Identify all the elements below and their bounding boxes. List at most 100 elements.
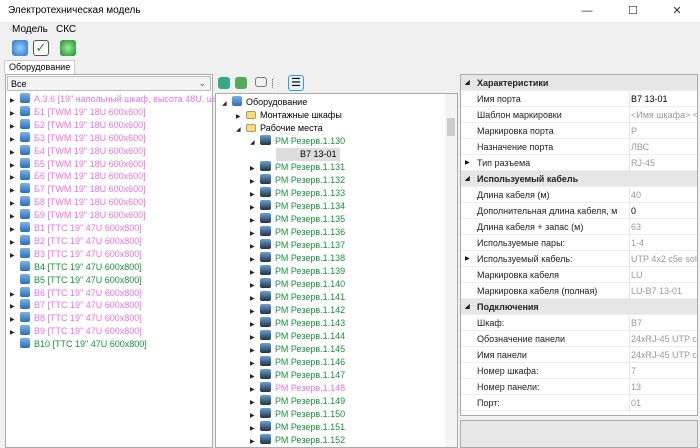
cabinet-item[interactable]: ▶ Б8 [TWM 19" 18U 600x600] <box>10 196 146 209</box>
cabinet-item[interactable]: В10 [TTC 19" 47U 600x800] <box>10 338 147 351</box>
tree-port-selected[interactable]: В7 13-01 <box>276 148 340 161</box>
expand-arrow-icon[interactable]: ◢ <box>222 98 232 111</box>
cabinet-item[interactable]: ▶ В1 [TTC 19" 47U 600x800] <box>10 222 142 235</box>
cabinet-item[interactable]: ▶ Б3 [TWM 19" 18U 600x600] <box>10 131 146 145</box>
collapse-arrow-icon[interactable]: ◢ <box>465 75 470 91</box>
collapse-icon[interactable] <box>255 77 267 87</box>
tree-workplace-item[interactable]: ▶ РМ Резерв.1.136 <box>250 226 345 239</box>
tree-view-icon[interactable] <box>235 77 247 89</box>
expand-all-icon[interactable] <box>218 77 230 89</box>
cabinet-item[interactable]: ▶ В7 [TTC 19" 47U 600x800] <box>10 299 142 312</box>
tree-workplace-item[interactable]: ▶ РМ Резерв.1.147 <box>250 369 345 382</box>
cabinet-item[interactable]: ▶ Б6 [TWM 19" 18U 600x600] <box>10 170 146 183</box>
tree-racks[interactable]: ▶ Монтажные шкафы <box>236 109 342 122</box>
close-button[interactable]: ✕ <box>654 0 700 22</box>
minimize-button[interactable]: — <box>564 0 610 22</box>
tree-workplace-item[interactable]: ▶ РМ Резерв.1.131 <box>250 161 345 174</box>
cabinet-item[interactable]: ▶ В6 [TTC 19" 47U 600x800] <box>10 286 142 300</box>
property-row[interactable]: Шаблон маркировки <Имя шкафа> < <box>461 107 697 123</box>
collapse-arrow-icon[interactable]: ◢ <box>465 299 470 315</box>
tree-root[interactable]: ◢ Оборудование <box>222 96 307 109</box>
property-row[interactable]: Номер панели: 13 <box>461 379 697 395</box>
check-icon[interactable]: ✓ <box>33 40 49 56</box>
property-value[interactable]: В7 13-01 <box>631 91 697 107</box>
collapse-arrow-icon[interactable]: ◢ <box>465 171 470 187</box>
property-row[interactable]: Маркировка кабеля LU <box>461 267 697 283</box>
scrollbar[interactable] <box>445 94 457 447</box>
tree-workplace-item[interactable]: ▶ РМ Резерв.1.149 <box>250 395 345 408</box>
expand-arrow-icon[interactable]: ◢ <box>250 137 260 150</box>
tree-workplaces[interactable]: ◢ Рабочие места <box>236 122 323 135</box>
cabinet-item[interactable]: ▶ Б2 [TWM 19" 18U 600x600] <box>10 118 146 132</box>
expand-arrow-icon[interactable]: ◢ <box>236 124 246 137</box>
cabinet-item[interactable]: ▶ Б4 [TWM 19" 18U 600x600] <box>10 144 146 158</box>
tree-workplace-item[interactable]: ▶ РМ Резерв.1.140 <box>250 278 345 291</box>
property-category[interactable]: ◢ Характеристики <box>461 75 697 91</box>
tree-workplace-item[interactable]: ▶ РМ Резерв.1.150 <box>250 408 345 421</box>
refresh-icon[interactable] <box>12 40 28 56</box>
cabinet-item[interactable]: ▶ В3 [TTC 19" 47U 600x800] <box>10 247 142 261</box>
cabinet-item[interactable]: ▶ Б9 [TWM 19" 18U 600x600] <box>10 209 146 222</box>
property-row[interactable]: Имя панели 24xRJ-45 UTP c5 <box>461 347 697 363</box>
property-row[interactable]: Используемые пары: 1-4 <box>461 235 697 251</box>
tree-workplace-item[interactable]: ▶ РМ Резерв.1.143 <box>250 317 345 330</box>
tree-workplace-item[interactable]: ▶ РМ Резерв.1.132 <box>250 174 345 187</box>
tree-workplace-item[interactable]: ▶ РМ Резерв.1.145 <box>250 343 345 356</box>
property-row[interactable]: Обозначение панели 24xRJ-45 UTP c5 <box>461 331 697 347</box>
property-row[interactable]: Маркировка кабеля (полная) LU-В7 13-01 <box>461 283 697 299</box>
property-row[interactable]: Маркировка порта P <box>461 123 697 139</box>
property-name: Маркировка порта <box>477 126 554 136</box>
cabinet-item[interactable]: ▶ Б5 [TWM 19" 18U 600x600] <box>10 157 146 171</box>
tree-workplace-item[interactable]: ▶ РМ Резерв.1.148 <box>250 382 345 395</box>
tree-workplace-item[interactable]: ▶ РМ Резерв.1.141 <box>250 291 345 304</box>
tree-workplace-item[interactable]: ▶ РМ Резерв.1.137 <box>250 239 345 252</box>
menu-model[interactable]: Модель <box>12 24 48 35</box>
cabinet-item[interactable]: В4 [TTC 19" 47U 600x800] <box>10 260 142 274</box>
property-row[interactable]: Длина кабеля + запас (м) 63 <box>461 219 697 235</box>
sync-icon[interactable] <box>60 40 76 56</box>
tree-workplace-item[interactable]: ▶ РМ Резерв.1.138 <box>250 252 345 265</box>
property-category[interactable]: ◢ Подключения <box>461 299 697 315</box>
hierarchy-icon[interactable] <box>272 77 284 89</box>
cabinet-icon <box>20 234 30 245</box>
property-name: Тип разъема <box>477 158 531 168</box>
tree-workplace-item[interactable]: ▶ РМ Резерв.1.139 <box>250 265 345 278</box>
menu-scs[interactable]: СКС <box>56 24 76 35</box>
property-row[interactable]: ▶ Тип разъема RJ-45 <box>461 155 697 171</box>
cabinet-item[interactable]: ▶ В9 [TTC 19" 47U 600x800] <box>10 325 142 338</box>
property-row[interactable]: Длина кабеля (м) 40 <box>461 187 697 203</box>
property-row[interactable]: Номер шкафа: 7 <box>461 363 697 379</box>
cabinet-item[interactable]: ▶ В8 [TTC 19" 47U 600x800] <box>10 312 142 325</box>
cabinet-item[interactable]: В5 [TTC 19" 47U 600x800] <box>10 273 142 287</box>
cabinet-item[interactable]: ▶ В2 [TTC 19" 47U 600x800] <box>10 234 142 248</box>
property-category[interactable]: ◢ Используемый кабель <box>461 171 697 187</box>
tab-equipment[interactable]: Оборудование <box>4 60 76 74</box>
window-title: Электротехническая модель <box>8 5 141 16</box>
tree-workplace-item[interactable]: ▶ РМ Резерв.1.142 <box>250 304 345 317</box>
list-view-icon[interactable]: ☰ <box>288 75 304 91</box>
property-row[interactable]: Имя порта В7 13-01 <box>461 91 697 107</box>
tree-workplace-item[interactable]: ▶ РМ Резерв.1.135 <box>250 213 345 226</box>
property-value[interactable]: 0 <box>631 203 697 219</box>
property-row[interactable]: Порт: 01 <box>461 395 697 411</box>
cabinet-item[interactable]: ▶ Б1 [TWM 19" 18U 600x600] <box>10 105 146 119</box>
tree-workplace-item[interactable]: ▶ РМ Резерв.1.151 <box>250 421 345 434</box>
tree-workplace-item[interactable]: ▶ РМ Резерв.1.152 <box>250 434 345 447</box>
property-row[interactable]: ▶ Используемый кабель: UTP 4x2 c5e soli <box>461 251 697 267</box>
tree-workplace-item[interactable]: ▶ РМ Резерв.1.133 <box>250 187 345 200</box>
maximize-button[interactable]: ☐ <box>610 0 656 22</box>
filter-select[interactable]: Все ⌄ <box>7 76 211 91</box>
expand-arrow-icon[interactable]: ▶ <box>465 251 470 267</box>
expand-arrow-icon[interactable]: ▶ <box>465 155 470 171</box>
cabinet-item[interactable]: ▶ Б7 [TWM 19" 18U 600x600] <box>10 183 146 196</box>
property-row[interactable]: Назначение порта ЛВС <box>461 139 697 155</box>
property-row[interactable]: Шкаф: В7 <box>461 315 697 331</box>
tree-workplace-item[interactable]: ▶ РМ Резерв.1.146 <box>250 356 345 369</box>
tree-workplace-item[interactable]: ▶ РМ Резерв.1.134 <box>250 200 345 213</box>
tree-workplace-item[interactable]: ◢ РМ Резерв.1.130 <box>250 135 345 148</box>
expand-arrow-icon[interactable]: ▶ <box>250 436 260 447</box>
property-row[interactable]: Дополнительная длина кабеля, м 0 <box>461 203 697 219</box>
property-value: RJ-45 <box>631 158 656 168</box>
tree-workplace-item[interactable]: ▶ РМ Резерв.1.144 <box>250 330 345 343</box>
cabinet-item[interactable]: ▶ А.3.6 [19" напольный шкаф, высота 48U, … <box>10 93 229 106</box>
